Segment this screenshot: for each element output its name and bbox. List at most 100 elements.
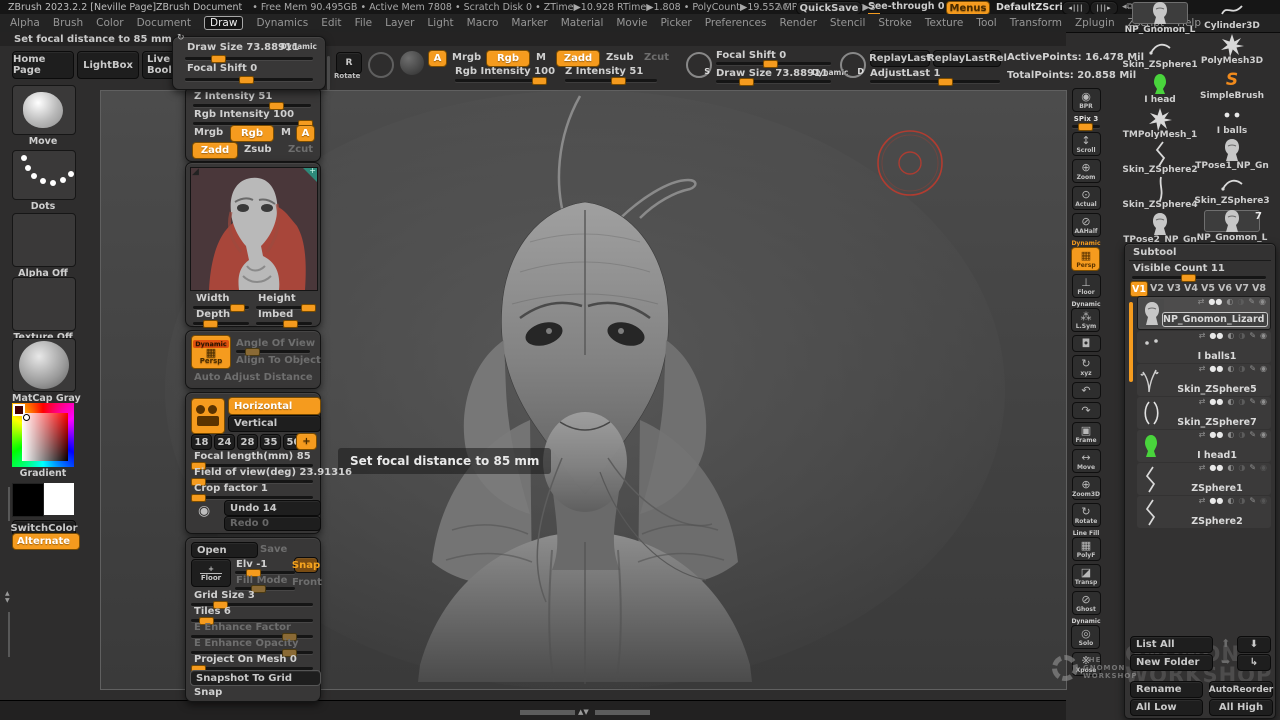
m-button[interactable]: M [536,52,546,63]
panel-mrgb-button[interactable]: Mrgb [194,127,223,138]
tool-item[interactable]: Skin_ZSphere3 [1199,175,1265,206]
shelf-item-box[interactable]: ⊥ Floor [1072,274,1101,298]
vertical-button[interactable]: Vertical [228,415,321,432]
shelf-item-box[interactable]: ⊘ Ghost [1072,591,1101,615]
visibility-tab[interactable]: V7 [1234,281,1250,295]
shelf-item[interactable]: ↻ xyz [1072,355,1101,379]
menu-item[interactable]: Layer [385,17,414,29]
tool-item[interactable]: TPose1_NP_Gn [1199,140,1265,171]
shelf-item[interactable]: ⊕ Zoom [1072,159,1101,183]
panel-rgb-button[interactable]: Rgb [230,125,274,142]
shelf-item[interactable]: ◉ BPR [1072,88,1101,112]
menu-item[interactable]: Light [427,17,453,29]
focal-preset-button[interactable]: 24 [214,434,235,450]
visibility-tab[interactable]: V2 [1149,281,1165,295]
shelf-item[interactable]: Dynamic ⁂ L.Sym [1071,301,1100,332]
shelf-item[interactable]: ⊘ AAHalf [1072,213,1101,237]
tool-item[interactable]: I balls [1199,105,1265,136]
rotate-tool-icon[interactable]: R [336,52,362,74]
shelf-item[interactable]: ↶ [1072,382,1101,399]
shelf-item[interactable]: ⊕ Zoom3D [1072,476,1101,500]
depth-slider[interactable] [193,322,249,325]
shelf-item-box[interactable]: ◘ [1072,335,1101,352]
zadd-button[interactable]: Zadd [556,50,600,67]
shelf-item-box[interactable]: ▣ Frame [1072,422,1101,446]
menu-item[interactable]: File [355,17,373,29]
shelf-item-box[interactable]: ↻ Rotate [1072,503,1101,527]
hue-ring[interactable] [12,403,74,467]
stroke-curve-icon[interactable] [368,52,394,78]
move-down-icon[interactable]: ⬇ [1237,636,1271,653]
a-button[interactable]: A [428,50,447,67]
shelf-item[interactable]: ⊘ Ghost [1072,591,1101,615]
menu-item[interactable]: Material [561,17,604,29]
menu-item[interactable]: Brush [53,17,83,29]
alternate-button[interactable]: Alternate [12,533,80,550]
menu-item[interactable]: Texture [925,17,963,29]
visibility-tab[interactable]: V5 [1200,281,1216,295]
auto-adjust-distance-button[interactable]: Auto Adjust Distance [194,372,313,383]
menu-item[interactable]: Movie [616,17,647,29]
redo-button[interactable]: Redo 0 [224,516,321,531]
menus-button[interactable]: Menus [946,1,990,15]
imbed-slider[interactable] [256,322,312,325]
snapshot-to-grid-button[interactable]: Snapshot To Grid [190,670,321,686]
subtool-row-icons[interactable]: ⇄●●◐◑✎◉ [1199,463,1267,472]
elv-slider[interactable] [235,571,295,574]
focal-preset-button[interactable]: 18 [191,434,212,450]
subtool-row[interactable]: ⇄●●◐◑✎◉ I head1 [1137,430,1271,462]
new-folder-button[interactable]: New Folder [1130,654,1213,671]
subtool-row-icons[interactable]: ⇄●●◐◑✎◉ [1199,364,1267,373]
material-sphere-icon[interactable] [400,51,424,75]
shelf-item-box[interactable]: ◉ BPR [1072,88,1101,112]
list-all-button[interactable]: List All [1130,636,1213,653]
shelf-item-box[interactable]: ⊘ AAHalf [1072,213,1101,237]
sidebar-scrollbar2[interactable] [8,612,10,657]
subtool-row[interactable]: ⇄●●◐◑✎◉ ZSphere2 [1137,496,1271,528]
move-up-icon[interactable]: ⬆ [1221,637,1230,650]
subtool-row-icons[interactable]: ⇄●●◐◑✎◉ [1199,331,1267,340]
horizontal-button[interactable]: Horizontal [228,397,321,415]
shelf-item[interactable]: Line Fill ▦ PolyF [1072,530,1101,561]
front-button[interactable]: Front [292,577,322,588]
move-into-icon[interactable]: ➥ [1221,655,1230,668]
menu-item[interactable]: Zplugin [1075,17,1115,29]
visibility-tab[interactable]: V1 [1130,281,1148,297]
floor-icon[interactable]: + Floor [191,559,231,587]
shelf-item-box[interactable]: ⊕ Zoom [1072,159,1101,183]
mrgb-button[interactable]: Mrgb [452,52,481,63]
camera-icon[interactable] [191,398,225,434]
shelf-item[interactable]: ↻ Rotate [1072,503,1101,527]
home-page-button[interactable]: Home Page [12,51,74,79]
shelf-item-box[interactable]: ⊕ Zoom3D [1072,476,1101,500]
stroke-d-icon[interactable]: D [840,52,866,78]
menu-item[interactable]: Alpha [10,17,40,29]
shelf-item[interactable]: ▣ Frame [1072,422,1101,446]
all-low-button[interactable]: All Low [1130,699,1203,716]
sidebar-scrollbar[interactable] [8,487,10,521]
spix-slider[interactable]: SPix 3 [1071,115,1101,129]
shelf-item-box[interactable]: ↔ Move [1072,449,1101,473]
shelf-item[interactable]: ⊙ Actual [1072,186,1101,210]
visibility-tab[interactable]: V8 [1251,281,1267,295]
menu-item[interactable]: Stencil [830,17,866,29]
quicksave-button[interactable]: QuickSave [796,1,862,15]
tool-item[interactable]: NP_Gnomon_L [1127,2,1193,35]
tool-item[interactable]: TPose2_NP_Gn [1127,214,1193,245]
undo-button[interactable]: Undo 14 [224,500,321,516]
pick-focal-icon[interactable]: + [296,433,317,450]
popup-draw-size-slider[interactable] [185,57,313,60]
z-intensity-slider[interactable] [565,79,657,82]
tool-item[interactable]: I head [1127,74,1193,105]
scrub-right-icon[interactable]: |||▸ [1090,1,1118,15]
align-to-object-button[interactable]: Align To Object [236,355,321,366]
persp-icon[interactable]: Dynamic ▦ Persp [191,335,231,369]
shelf-item[interactable]: SPix 3 [1071,115,1101,129]
visibility-tab[interactable]: V3 [1166,281,1182,295]
camera-lock-icon[interactable]: ◉ [198,503,210,519]
tool-item[interactable]: 7 NP_Gnomon_L [1199,210,1265,243]
main-color-swatch[interactable] [12,483,44,517]
shelf-item-box[interactable]: ↕ Scroll [1072,132,1101,156]
sidebar-texture[interactable]: Texture Off [12,277,74,343]
shelf-item-box[interactable]: ◪ Transp [1072,564,1101,588]
